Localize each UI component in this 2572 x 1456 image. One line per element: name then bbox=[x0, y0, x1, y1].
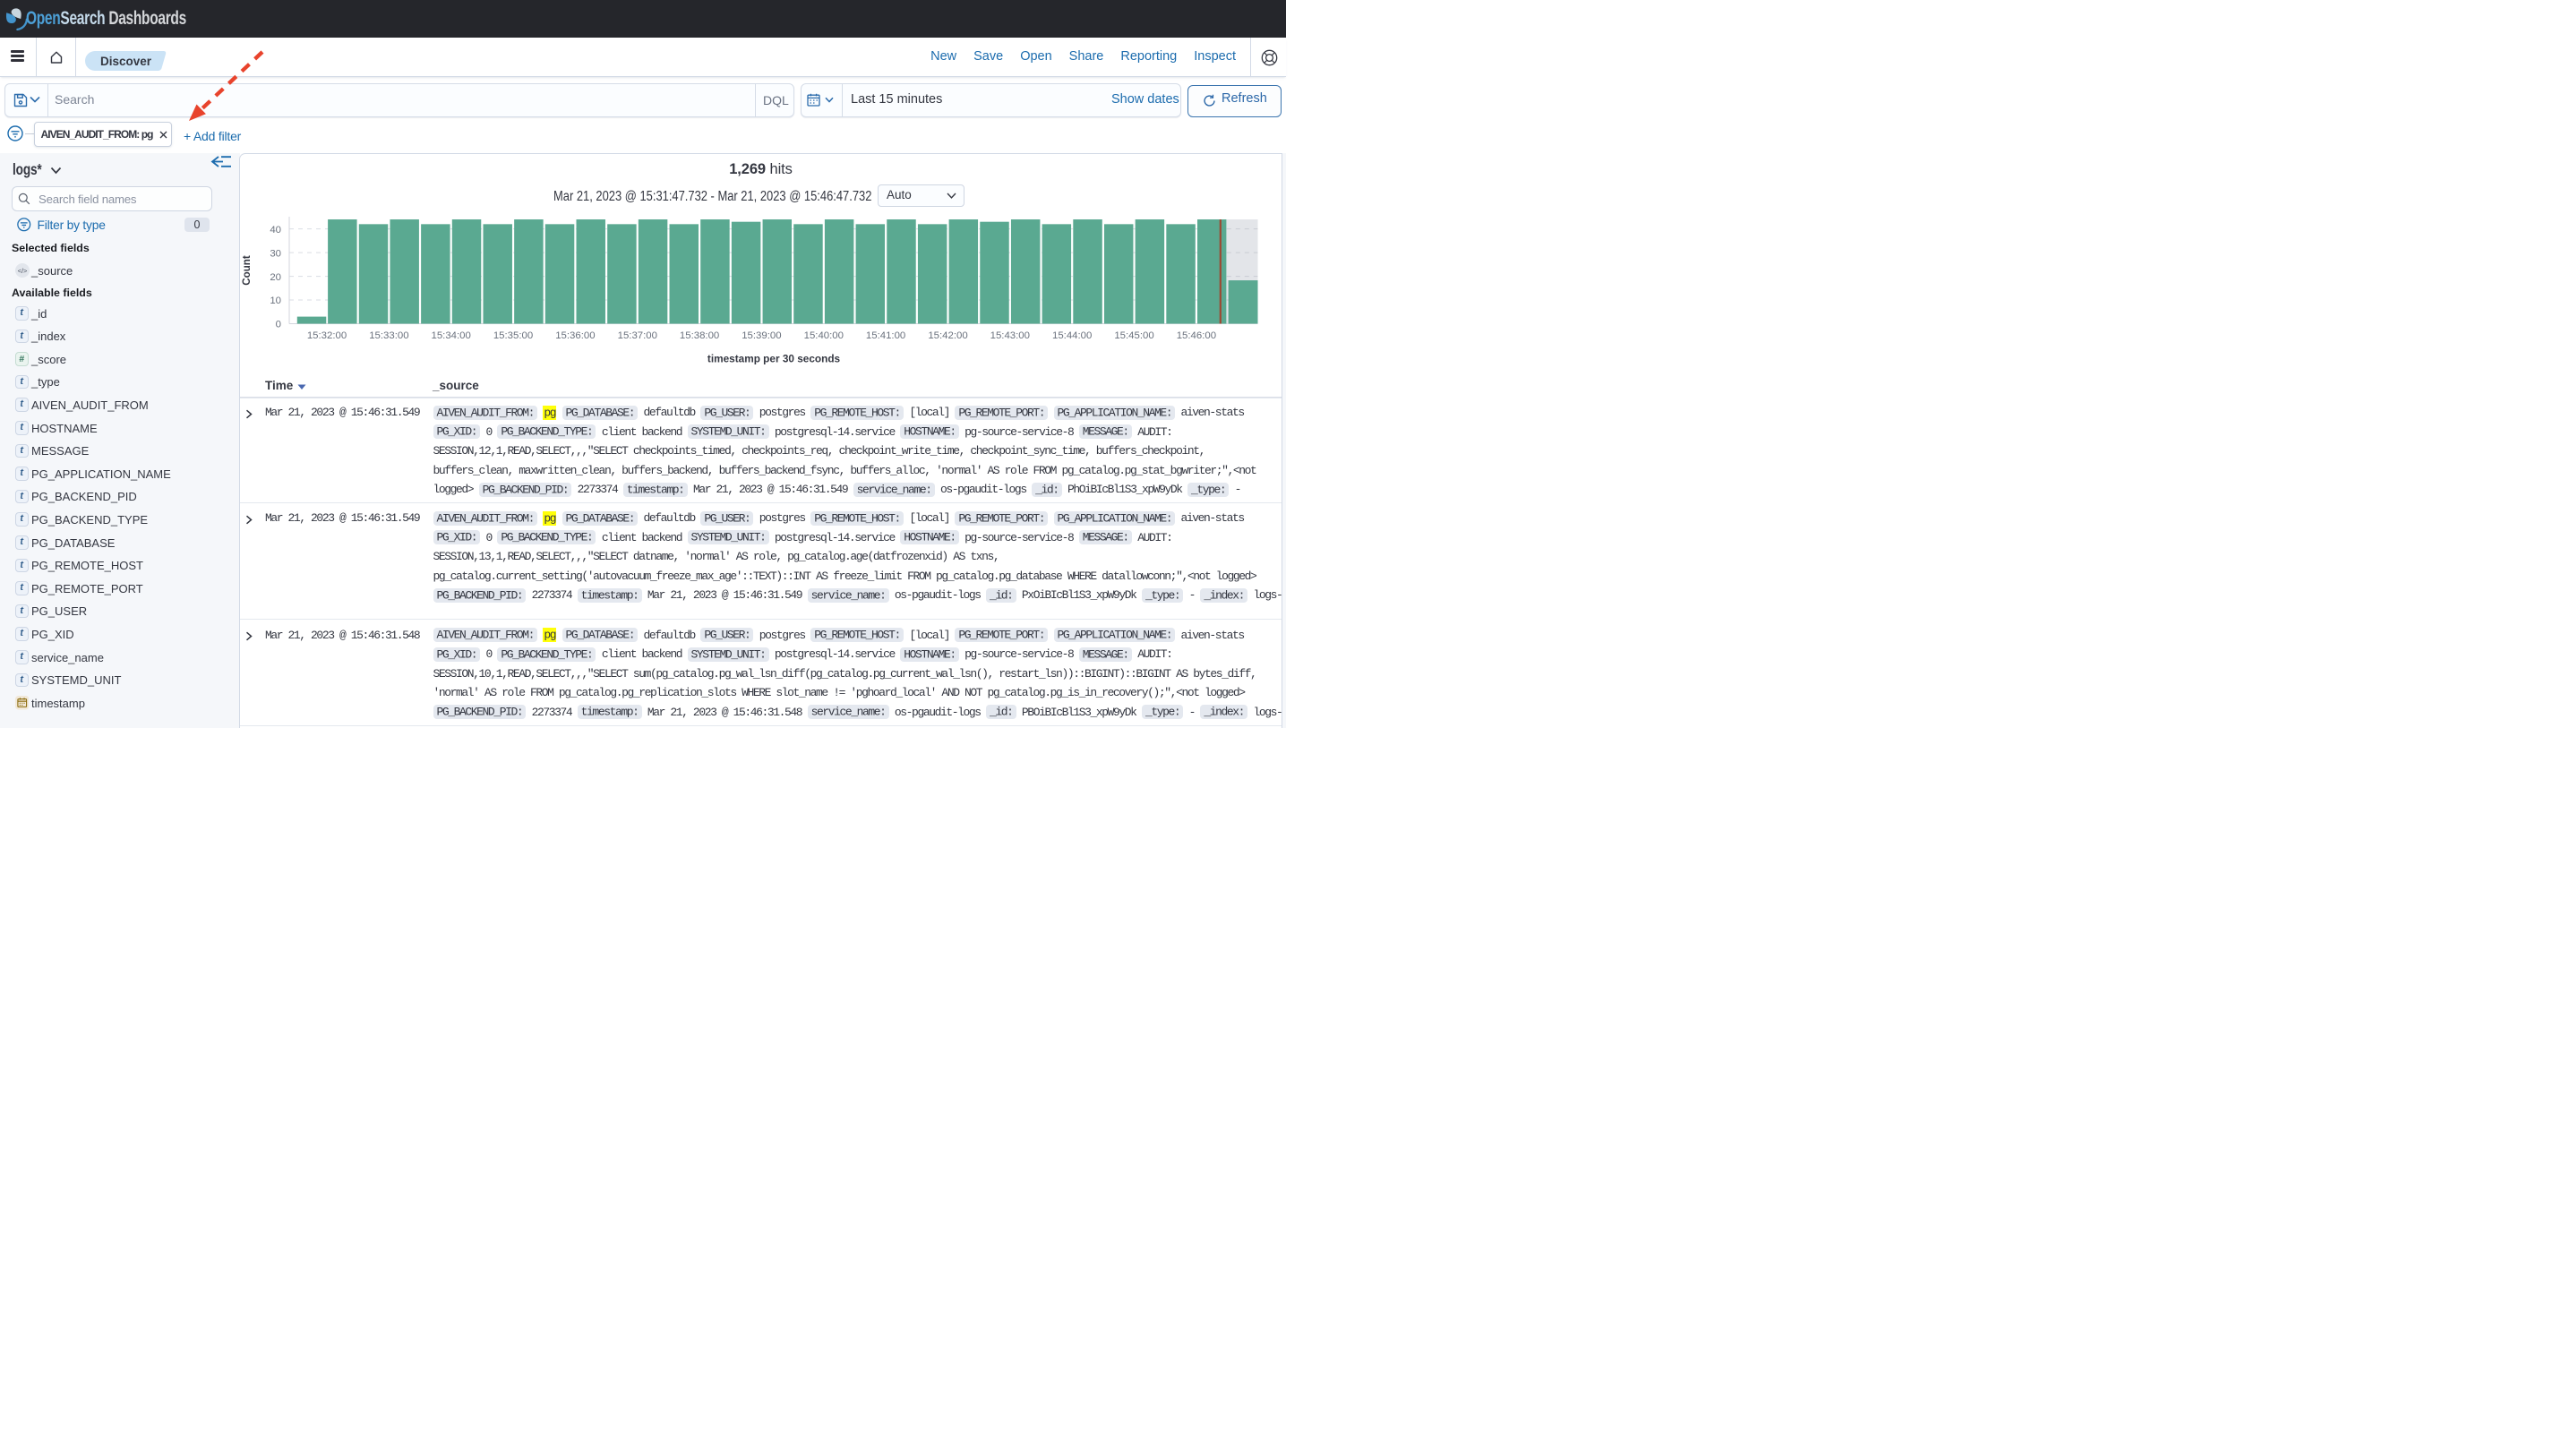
svg-text:15:34:00: 15:34:00 bbox=[432, 330, 471, 341]
svg-text:30: 30 bbox=[270, 248, 281, 259]
svg-text:15:35:00: 15:35:00 bbox=[493, 330, 533, 341]
svg-text:10: 10 bbox=[270, 295, 281, 306]
svg-text:Count: Count bbox=[241, 255, 253, 286]
svg-text:15:41:00: 15:41:00 bbox=[866, 330, 905, 341]
svg-text:15:46:00: 15:46:00 bbox=[1177, 330, 1216, 341]
svg-text:15:45:00: 15:45:00 bbox=[1114, 330, 1153, 341]
svg-text:40: 40 bbox=[270, 225, 281, 236]
svg-text:15:38:00: 15:38:00 bbox=[680, 330, 719, 341]
svg-text:15:42:00: 15:42:00 bbox=[928, 330, 967, 341]
svg-text:20: 20 bbox=[270, 272, 281, 283]
svg-text:15:37:00: 15:37:00 bbox=[618, 330, 657, 341]
svg-text:15:40:00: 15:40:00 bbox=[804, 330, 844, 341]
svg-text:15:43:00: 15:43:00 bbox=[990, 330, 1030, 341]
svg-text:15:32:00: 15:32:00 bbox=[307, 330, 347, 341]
svg-text:timestamp per 30 seconds: timestamp per 30 seconds bbox=[707, 353, 841, 365]
svg-text:15:44:00: 15:44:00 bbox=[1052, 330, 1092, 341]
svg-text:15:33:00: 15:33:00 bbox=[369, 330, 408, 341]
svg-text:15:39:00: 15:39:00 bbox=[742, 330, 781, 341]
svg-text:15:36:00: 15:36:00 bbox=[555, 330, 595, 341]
svg-text:0: 0 bbox=[276, 320, 281, 330]
